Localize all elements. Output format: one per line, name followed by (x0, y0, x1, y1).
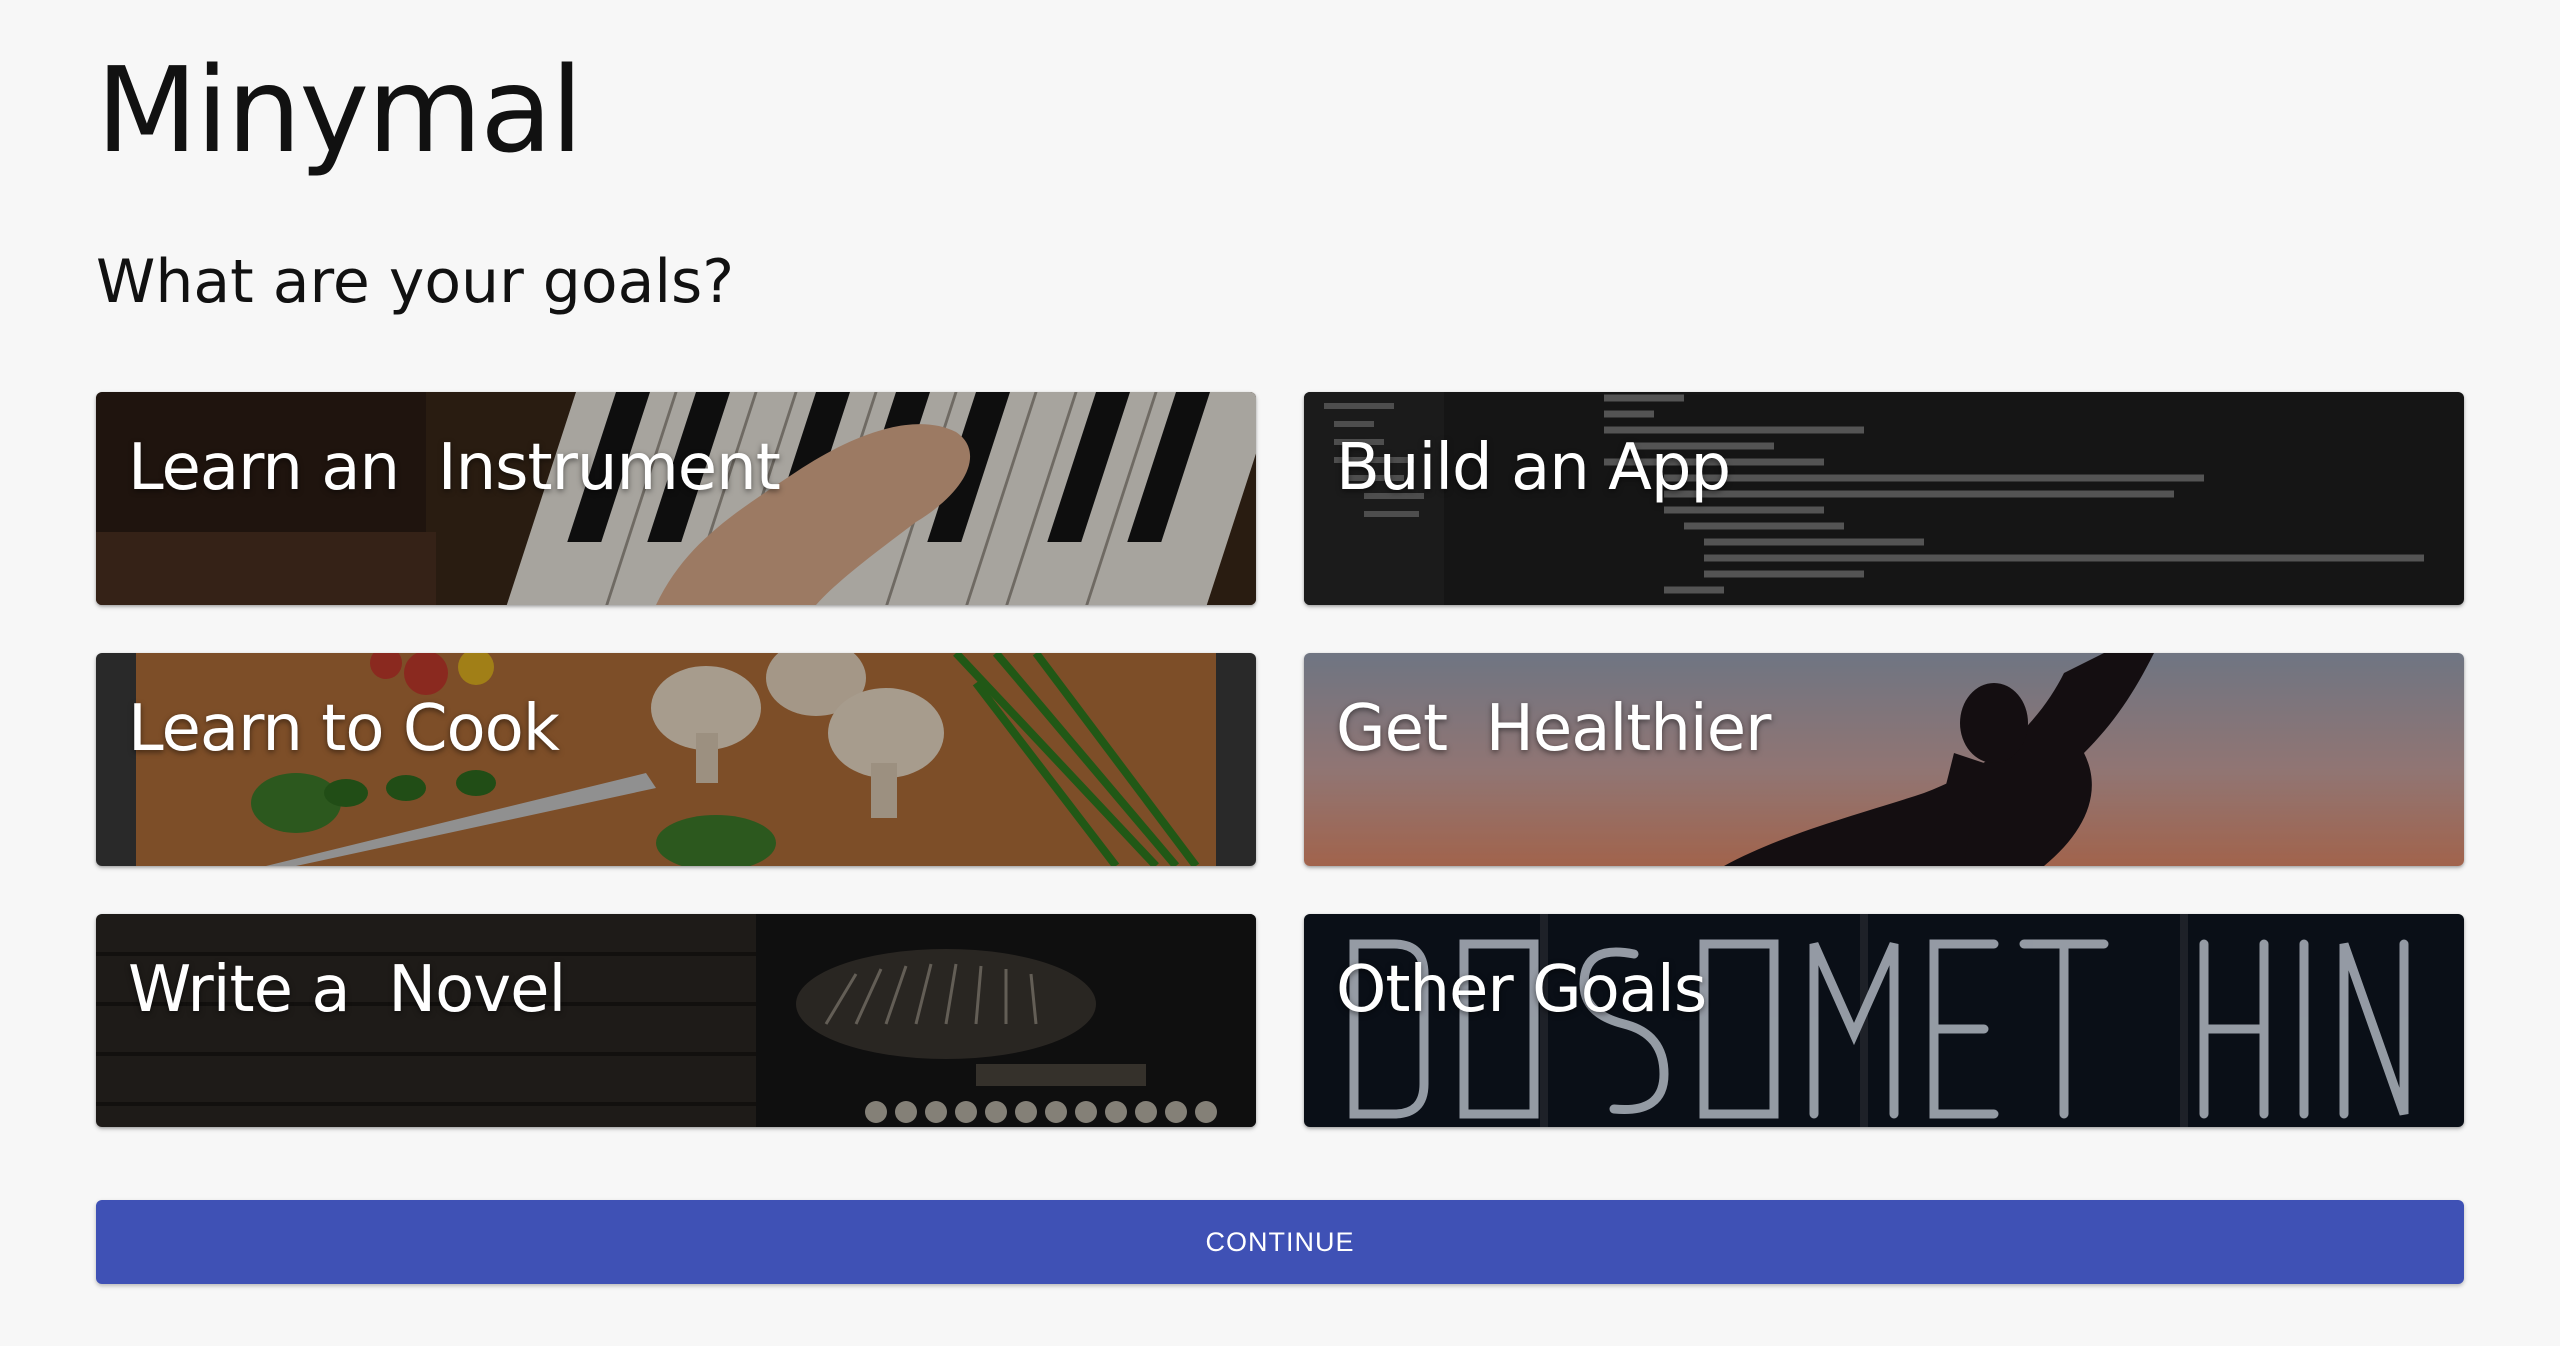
goal-label: Learn to Cook (128, 692, 560, 766)
goal-card-healthier[interactable]: Get Healthier (1304, 653, 2464, 866)
goal-label: Get Healthier (1336, 692, 1771, 766)
goal-label: Write a Novel (128, 953, 566, 1027)
goal-label: Other Goals (1336, 953, 1707, 1027)
goal-card-instrument[interactable]: Learn an Instrument (96, 392, 1256, 605)
app-title: Minymal (96, 41, 583, 179)
goals-grid: Learn an Instrument Build an App Learn t… (96, 392, 2464, 1127)
goal-card-novel[interactable]: Write a Novel (96, 914, 1256, 1127)
goal-label: Learn an Instrument (128, 431, 781, 505)
continue-button[interactable]: CONTINUE (96, 1200, 2464, 1284)
goals-question: What are your goals? (96, 247, 735, 317)
goals-page: Minymal What are your goals? Learn an In… (0, 0, 2560, 1346)
goal-card-cook[interactable]: Learn to Cook (96, 653, 1256, 866)
goal-card-other[interactable]: Other Goals (1304, 914, 2464, 1127)
goal-card-app[interactable]: Build an App (1304, 392, 2464, 605)
goal-label: Build an App (1336, 431, 1731, 505)
